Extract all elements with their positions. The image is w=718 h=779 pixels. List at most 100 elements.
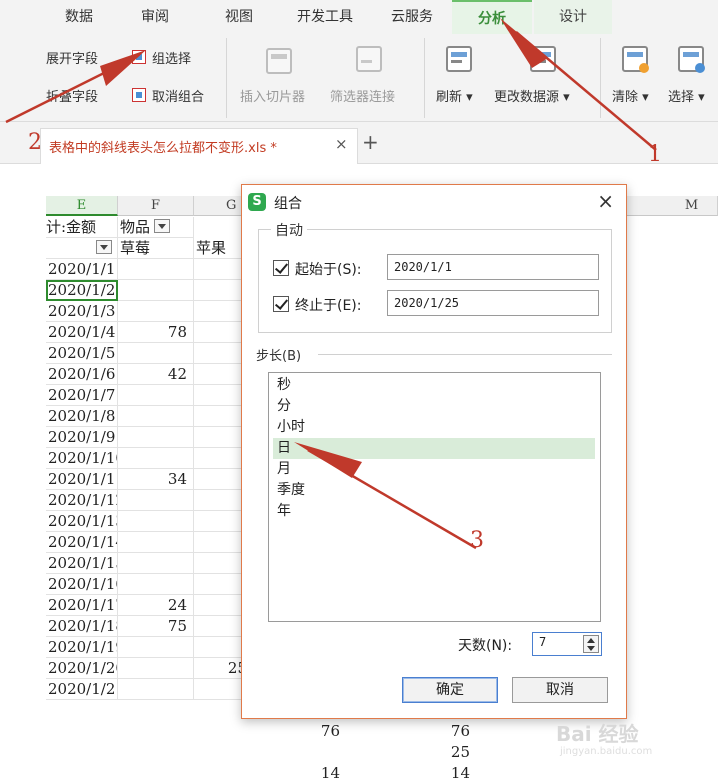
- pivot-sum-label[interactable]: 计:金额: [46, 217, 118, 238]
- date-cell[interactable]: 2020/1/14: [46, 532, 118, 553]
- step-item-second[interactable]: 秒: [273, 375, 595, 396]
- days-stepper[interactable]: 7: [532, 632, 602, 656]
- strawberry-cell[interactable]: [118, 280, 194, 301]
- ok-button[interactable]: 确定: [402, 677, 498, 703]
- row-field-header[interactable]: [46, 238, 118, 259]
- date-cell[interactable]: 2020/1/16: [46, 574, 118, 595]
- collapse-field-button[interactable]: 折叠字段: [46, 86, 98, 105]
- step-item-day[interactable]: 日: [273, 438, 595, 459]
- cell-value[interactable]: 14: [346, 763, 476, 779]
- strawberry-cell[interactable]: [118, 553, 194, 574]
- step-item-month[interactable]: 月: [273, 459, 595, 480]
- date-cell[interactable]: 2020/1/11: [46, 469, 118, 490]
- tab-cloud[interactable]: 云服务: [378, 0, 446, 34]
- column-header-f[interactable]: F: [118, 196, 194, 216]
- auto-group: 自动 起始于(S): 2020/1/1 终止于(E): 2020/1/25: [258, 220, 612, 333]
- date-cell[interactable]: 2020/1/17: [46, 595, 118, 616]
- row-filter-dropdown-icon[interactable]: [96, 240, 112, 254]
- refresh-button[interactable]: 刷新 ▾: [436, 86, 473, 105]
- strawberry-cell[interactable]: 75: [118, 616, 194, 637]
- step-item-hour[interactable]: 小时: [273, 417, 595, 438]
- strawberry-cell[interactable]: 34: [118, 469, 194, 490]
- date-cell[interactable]: 2020/1/8: [46, 406, 118, 427]
- strawberry-cell[interactable]: [118, 532, 194, 553]
- new-tab-button[interactable]: +: [362, 130, 379, 154]
- step-item-quarter[interactable]: 季度: [273, 480, 595, 501]
- date-cell[interactable]: 2020/1/3: [46, 301, 118, 322]
- step-item-minute[interactable]: 分: [273, 396, 595, 417]
- group-select-button[interactable]: 组选择: [152, 48, 191, 67]
- baidu-watermark-url: jingyan.baidu.com: [560, 746, 653, 757]
- filter-dropdown-icon[interactable]: [154, 219, 171, 233]
- tab-analyze[interactable]: 分析: [452, 0, 532, 34]
- change-source-button[interactable]: 更改数据源 ▾: [494, 86, 570, 105]
- cell-value[interactable]: 76: [254, 721, 346, 742]
- start-input[interactable]: 2020/1/1: [387, 254, 599, 280]
- step-item-year[interactable]: 年: [273, 501, 595, 522]
- tab-review[interactable]: 审阅: [128, 0, 182, 34]
- date-cell[interactable]: 2020/1/5: [46, 343, 118, 364]
- date-cell[interactable]: 2020/1/7: [46, 385, 118, 406]
- start-checkbox[interactable]: [273, 260, 289, 276]
- date-cell[interactable]: 2020/1/1: [46, 259, 118, 280]
- strawberry-cell[interactable]: [118, 427, 194, 448]
- end-input[interactable]: 2020/1/25: [387, 290, 599, 316]
- date-cell[interactable]: 2020/1/6: [46, 364, 118, 385]
- dialog-titlebar[interactable]: S 组合 ×: [242, 185, 626, 219]
- filter-connect-button[interactable]: 筛选器连接: [330, 86, 395, 105]
- pivot-field-header[interactable]: 物品: [118, 217, 194, 238]
- date-cell[interactable]: 2020/1/13: [46, 511, 118, 532]
- strawberry-cell[interactable]: 78: [118, 322, 194, 343]
- strawberry-cell[interactable]: [118, 385, 194, 406]
- cell-value[interactable]: 76: [346, 721, 476, 742]
- date-cell[interactable]: 2020/1/19: [46, 637, 118, 658]
- tab-data[interactable]: 数据: [46, 0, 112, 34]
- strawberry-cell[interactable]: [118, 574, 194, 595]
- document-tab[interactable]: 表格中的斜线表头怎么拉都不变形.xls * ×: [40, 128, 358, 164]
- strawberry-cell[interactable]: [118, 490, 194, 511]
- strawberry-cell[interactable]: [118, 448, 194, 469]
- date-cell[interactable]: 2020/1/2: [46, 280, 118, 301]
- strawberry-cell[interactable]: [118, 637, 194, 658]
- column-header-m[interactable]: M: [666, 196, 718, 216]
- column-item-strawberry[interactable]: 草莓: [118, 238, 194, 259]
- ungroup-button[interactable]: 取消组合: [152, 86, 204, 105]
- spin-updown-icon[interactable]: [583, 635, 599, 653]
- cancel-button[interactable]: 取消: [512, 677, 608, 703]
- date-cell[interactable]: 2020/1/21: [46, 679, 118, 700]
- expand-field-button[interactable]: 展开字段: [46, 48, 98, 67]
- date-cell[interactable]: 2020/1/15: [46, 553, 118, 574]
- insert-slicer-button[interactable]: 插入切片器: [240, 86, 305, 105]
- date-cell[interactable]: 2020/1/9: [46, 427, 118, 448]
- cell-value[interactable]: 25: [346, 742, 476, 763]
- select-button[interactable]: 选择 ▾: [668, 86, 705, 105]
- tab-view[interactable]: 视图: [212, 0, 266, 34]
- change-source-icon: [530, 46, 556, 72]
- strawberry-cell[interactable]: [118, 343, 194, 364]
- strawberry-cell[interactable]: [118, 301, 194, 322]
- cell-value[interactable]: 14: [254, 763, 346, 779]
- column-header-e[interactable]: E: [46, 196, 118, 216]
- date-cell[interactable]: 2020/1/18: [46, 616, 118, 637]
- strawberry-cell[interactable]: [118, 679, 194, 700]
- strawberry-cell[interactable]: [118, 511, 194, 532]
- strawberry-cell[interactable]: [118, 259, 194, 280]
- refresh-icon: [446, 46, 472, 72]
- strawberry-cell[interactable]: [118, 658, 194, 679]
- step-label: 步长(B): [256, 349, 302, 364]
- clear-button[interactable]: 清除 ▾: [612, 86, 649, 105]
- close-tab-icon[interactable]: ×: [335, 135, 348, 153]
- date-cell[interactable]: 2020/1/12: [46, 490, 118, 511]
- tab-developer[interactable]: 开发工具: [282, 0, 368, 34]
- step-listbox[interactable]: 秒 分 小时 日 月 季度 年: [268, 372, 601, 622]
- strawberry-cell[interactable]: 24: [118, 595, 194, 616]
- end-checkbox[interactable]: [273, 296, 289, 312]
- days-value: 7: [539, 635, 547, 649]
- strawberry-cell[interactable]: 42: [118, 364, 194, 385]
- close-icon[interactable]: ×: [597, 189, 614, 213]
- date-cell[interactable]: 2020/1/4: [46, 322, 118, 343]
- tab-design[interactable]: 设计: [534, 0, 612, 34]
- strawberry-cell[interactable]: [118, 406, 194, 427]
- date-cell[interactable]: 2020/1/10: [46, 448, 118, 469]
- date-cell[interactable]: 2020/1/20: [46, 658, 118, 679]
